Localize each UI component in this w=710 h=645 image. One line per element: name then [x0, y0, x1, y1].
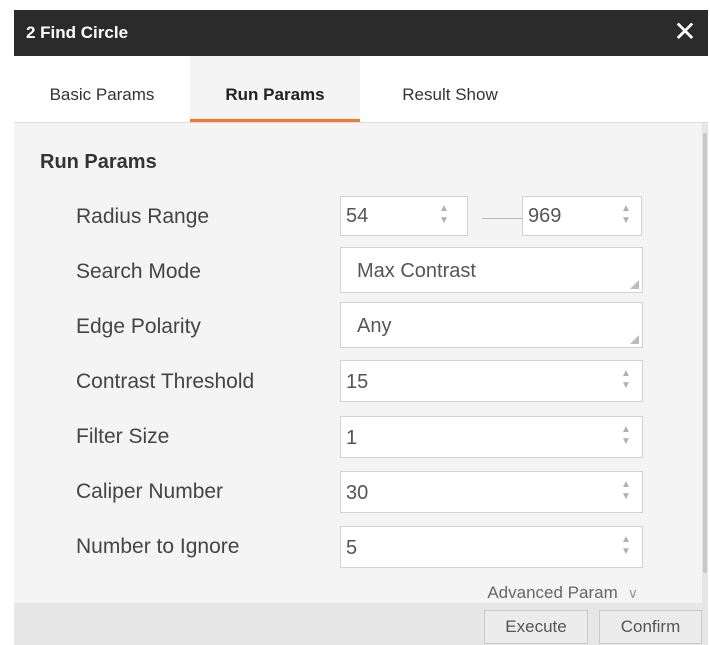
section-title: Run Params [40, 151, 157, 173]
radius-min-value: 54 [346, 205, 369, 227]
caliper-number-value: 30 [346, 482, 369, 504]
tab-bar: Basic Params Run Params Result Show [14, 56, 708, 123]
spin-down-icon[interactable]: ▼ [621, 547, 631, 557]
spin-down-icon[interactable]: ▼ [621, 381, 631, 391]
footer-bar: Execute Confirm [14, 603, 708, 645]
edge-polarity-select[interactable]: Any [340, 302, 643, 348]
number-to-ignore-value: 5 [346, 537, 358, 559]
contrast-threshold-stepper[interactable]: ▲ ▼ [621, 367, 635, 395]
radius-max-input[interactable]: 969 ▲ ▼ [522, 196, 642, 236]
tab-result-show[interactable]: Result Show [360, 56, 540, 122]
contrast-threshold-input[interactable]: 15 ▲ ▼ [340, 360, 643, 402]
search-mode-label: Search Mode [76, 260, 201, 283]
spin-down-icon[interactable]: ▼ [621, 437, 631, 447]
title-bar: 2 Find Circle ✕ [14, 10, 708, 56]
number-to-ignore-stepper[interactable]: ▲ ▼ [621, 533, 635, 561]
params-panel: Run Params Radius Range 54 ▲ ▼ 969 ▲ ▼ S… [14, 123, 702, 603]
contrast-threshold-value: 15 [346, 371, 369, 393]
number-to-ignore-label: Number to Ignore [76, 535, 240, 558]
contrast-threshold-label: Contrast Threshold [76, 370, 255, 393]
filter-size-label: Filter Size [76, 425, 170, 448]
search-mode-value: Max Contrast [357, 260, 476, 282]
radius-min-input[interactable]: 54 ▲ ▼ [340, 196, 468, 236]
caliper-number-stepper[interactable]: ▲ ▼ [621, 478, 635, 506]
advanced-param-label: Advanced Param [487, 583, 618, 602]
dropdown-corner-icon [630, 280, 639, 289]
spin-up-icon[interactable]: ▲ [439, 204, 449, 214]
radius-min-stepper[interactable]: ▲ ▼ [439, 202, 453, 230]
edge-polarity-label: Edge Polarity [76, 315, 201, 338]
search-mode-select[interactable]: Max Contrast [340, 247, 643, 293]
filter-size-input[interactable]: 1 ▲ ▼ [340, 416, 643, 458]
find-circle-dialog: 2 Find Circle ✕ Basic Params Run Params … [14, 10, 708, 645]
filter-size-stepper[interactable]: ▲ ▼ [621, 423, 635, 451]
advanced-param-toggle[interactable]: Advanced Param ∨ [487, 583, 638, 603]
close-icon[interactable]: ✕ [668, 14, 702, 50]
chevron-down-icon: ∨ [627, 585, 638, 601]
spin-down-icon[interactable]: ▼ [621, 492, 631, 502]
caliper-number-input[interactable]: 30 ▲ ▼ [340, 471, 643, 513]
spin-up-icon[interactable]: ▲ [621, 535, 631, 545]
edge-polarity-value: Any [357, 315, 392, 337]
confirm-button[interactable]: Confirm [599, 610, 702, 644]
scrollbar-thumb[interactable] [703, 133, 707, 573]
radius-max-stepper[interactable]: ▲ ▼ [621, 202, 635, 230]
filter-size-value: 1 [346, 427, 358, 449]
vertical-scrollbar[interactable] [702, 123, 708, 603]
radius-range-label: Radius Range [76, 205, 210, 228]
execute-button[interactable]: Execute [484, 610, 588, 644]
spin-down-icon[interactable]: ▼ [621, 216, 631, 226]
spin-up-icon[interactable]: ▲ [621, 369, 631, 379]
number-to-ignore-input[interactable]: 5 ▲ ▼ [340, 526, 643, 568]
dropdown-corner-icon [630, 335, 639, 344]
spin-up-icon[interactable]: ▲ [621, 480, 631, 490]
spin-up-icon[interactable]: ▲ [621, 204, 631, 214]
tab-basic-params[interactable]: Basic Params [14, 56, 190, 122]
caliper-number-label: Caliper Number [76, 480, 224, 503]
radius-max-value: 969 [528, 205, 562, 227]
dialog-title: 2 Find Circle [26, 23, 129, 42]
spin-up-icon[interactable]: ▲ [621, 425, 631, 435]
spin-down-icon[interactable]: ▼ [439, 216, 449, 226]
tab-run-params[interactable]: Run Params [190, 56, 360, 122]
